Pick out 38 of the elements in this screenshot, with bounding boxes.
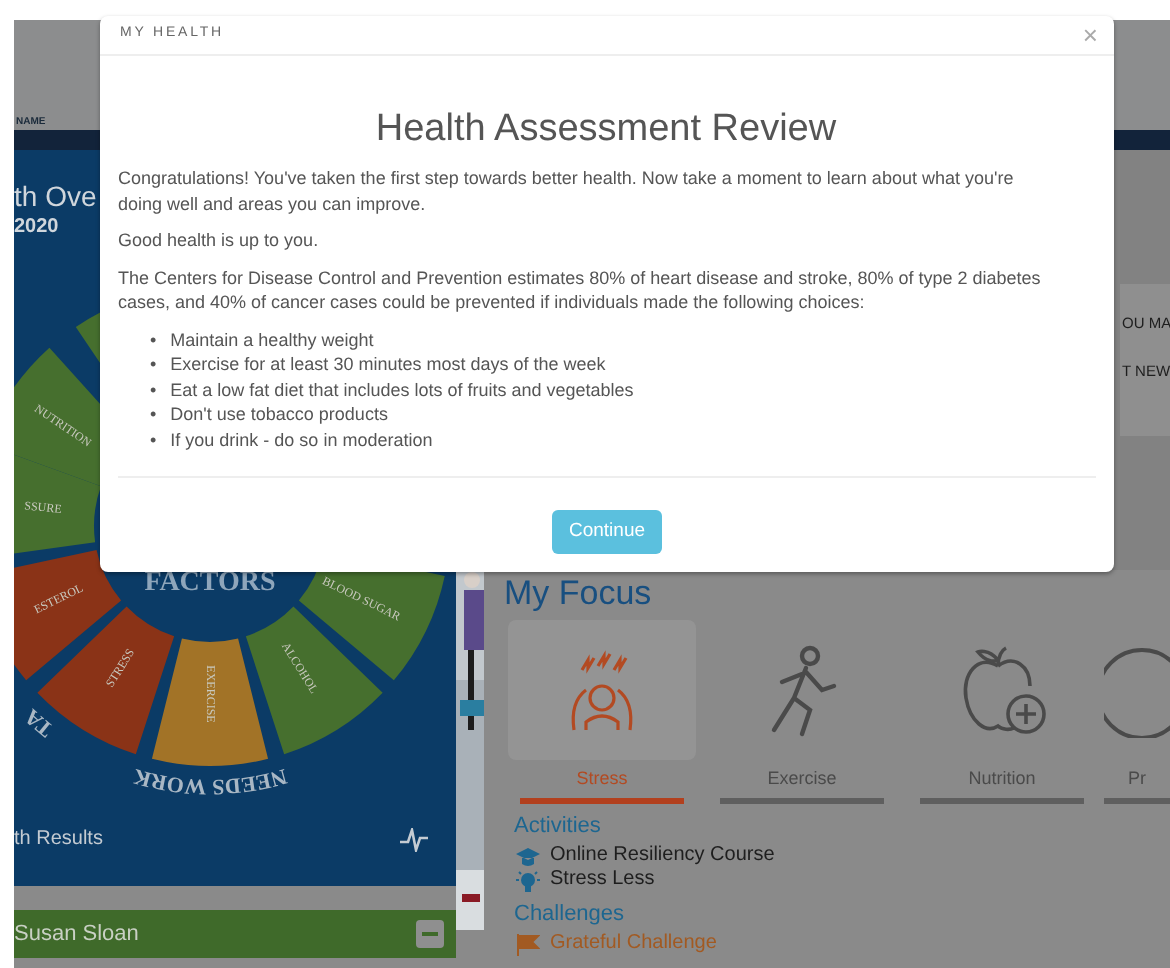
results-link[interactable]: th Results: [14, 824, 103, 854]
wheel-center-label: FACTORS: [144, 568, 276, 598]
activity-link[interactable]: Stress Less: [550, 868, 655, 892]
overview-year: 2020: [14, 216, 59, 240]
section-title: My Focus: [504, 574, 652, 614]
bullet-item: Exercise for at least 30 minutes most days of the week: [170, 352, 606, 377]
bullet-marker: •: [150, 327, 157, 352]
bullet-marker: •: [150, 427, 157, 452]
section-title: Activities: [514, 814, 601, 840]
flag-icon: [516, 933, 540, 955]
bullet-marker: •: [150, 352, 157, 377]
lightbulb-icon: [516, 869, 540, 891]
focus-tab[interactable]: Nutrition: [904, 620, 1100, 804]
close-button[interactable]: ×: [1082, 23, 1098, 47]
bullet-item: Maintain a healthy weight: [170, 327, 374, 352]
bullet-item: If you drink - do so in moderation: [170, 427, 433, 452]
ring-label: NEEDS WORK: [130, 763, 290, 799]
bullet-item: Don't use tobacco products: [170, 402, 388, 427]
continue-button[interactable]: Continue: [552, 510, 662, 554]
collapse-button[interactable]: [416, 920, 444, 948]
bullet-marker: •: [150, 402, 157, 427]
challenge-link[interactable]: Grateful Challenge: [550, 932, 717, 956]
focus-tab[interactable]: Pr: [1104, 620, 1170, 804]
focus-tab[interactable]: Exercise: [704, 620, 900, 804]
minus-icon: [422, 932, 438, 936]
graduation-cap-icon: [516, 845, 540, 867]
bullet-marker: •: [150, 377, 157, 402]
modal-paragraph: The Centers for Disease Control and Prevention estimates 80% of heart disease and stroke, 80% of type 2 diabetes cases, and 40% of cancer cases could be prevented if individuals made the following choices:: [118, 265, 1043, 315]
modal-paragraph: Congratulations! You've taken the first step towards better health. Now take a moment to learn about what you're doing well and areas you can improve.: [118, 166, 1016, 216]
pulse-icon: [400, 827, 428, 851]
modal-paragraph: Good health is up to you.: [118, 228, 321, 253]
section-title: Challenges: [514, 902, 625, 928]
member-name: Susan Sloan: [14, 919, 139, 950]
modal-title: Health Assessment Review: [373, 106, 839, 154]
activity-link[interactable]: Online Resiliency Course: [550, 844, 775, 868]
bullet-item: Eat a low fat diet that includes lots of fruits and vegetables: [170, 377, 634, 402]
ring-label: TA: [20, 703, 59, 741]
overview-title: th Ove: [14, 178, 97, 216]
